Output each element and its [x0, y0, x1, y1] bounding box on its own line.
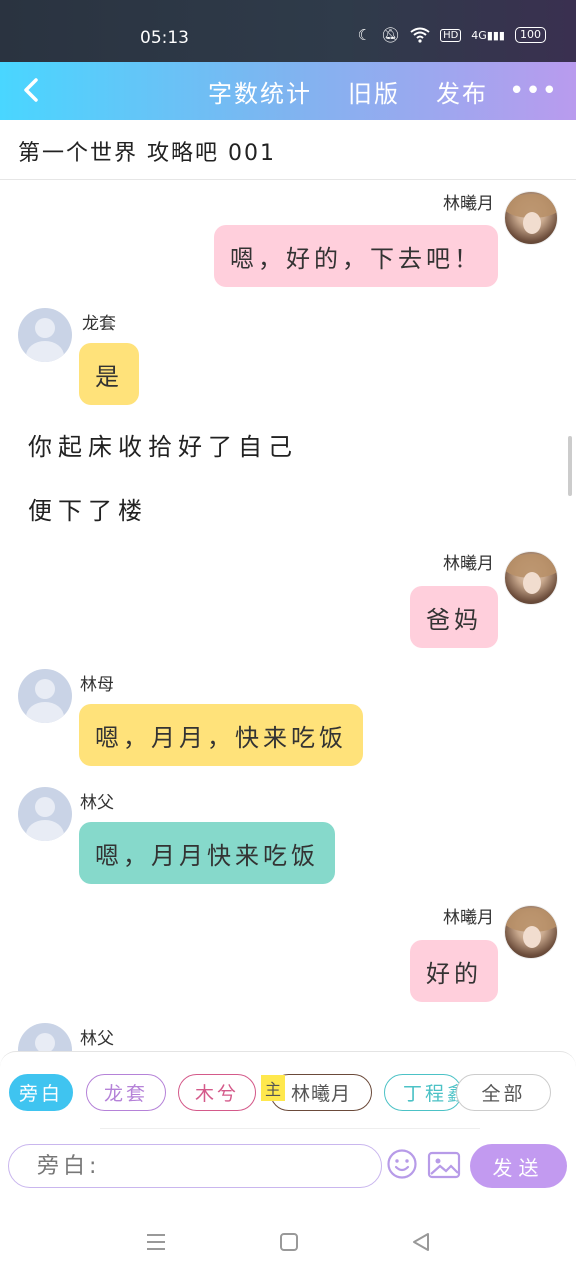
old-version-link[interactable]: 旧版 [348, 74, 400, 109]
avatar[interactable] [18, 1023, 72, 1051]
image-icon[interactable] [427, 1150, 461, 1180]
emoji-icon[interactable] [386, 1148, 418, 1180]
network-label: 4G [471, 28, 487, 42]
battery-icon: 100 [515, 27, 546, 43]
narration-text[interactable]: 你起床收拾好了自己 [28, 427, 298, 462]
more-menu-icon[interactable]: ••• [509, 76, 558, 106]
nav-links: 字数统计 旧版 发布 [208, 74, 488, 109]
message-input[interactable] [8, 1144, 382, 1188]
back-arrow-icon[interactable] [18, 72, 48, 108]
message-bubble[interactable]: 爸妈 [410, 586, 498, 648]
role-chip[interactable]: 林曦月 [270, 1074, 372, 1111]
status-bar: 05:13 ☾ 🔕︎ HD 4G▮▮▮ 100 [0, 0, 576, 62]
send-button[interactable]: 发送 [470, 1144, 567, 1188]
moon-icon: ☾ [357, 26, 372, 44]
hd-icon: HD [440, 28, 462, 42]
sender-name: 林父 [80, 793, 114, 813]
back-icon[interactable] [410, 1231, 432, 1253]
wifi-icon [410, 27, 430, 43]
message-bubble[interactable]: 是 [79, 343, 139, 405]
role-chip[interactable]: 丁程鑫 [384, 1074, 462, 1111]
system-nav-bar [0, 1191, 576, 1280]
top-nav-bar: 字数统计 旧版 发布 ••• [0, 62, 576, 120]
divider [100, 1128, 480, 1129]
sender-name: 林曦月 [443, 194, 494, 214]
home-icon[interactable] [278, 1231, 300, 1253]
scrollbar[interactable] [568, 436, 572, 496]
story-title-row: 第一个世界 攻略吧 001 [0, 120, 576, 180]
story-title[interactable]: 第一个世界 攻略吧 001 [18, 135, 276, 167]
message-bubble[interactable]: 好的 [410, 940, 498, 1002]
avatar[interactable] [18, 669, 72, 723]
input-row: 发送 [0, 1144, 576, 1192]
avatar[interactable] [18, 308, 72, 362]
avatar[interactable] [18, 787, 72, 841]
message-bubble[interactable]: 嗯，月月，快来吃饭 [79, 704, 363, 766]
publish-link[interactable]: 发布 [436, 74, 488, 109]
battery-level: 100 [520, 28, 541, 41]
message-bubble[interactable]: 嗯，月月快来吃饭 [79, 822, 335, 884]
main-role-tag: 主 [261, 1075, 285, 1101]
sender-name: 林曦月 [443, 908, 494, 928]
sender-name: 林母 [80, 675, 114, 695]
word-count-link[interactable]: 字数统计 [208, 74, 312, 109]
role-chip-narrator[interactable]: 旁白 [9, 1074, 73, 1111]
input-panel: 旁白 龙套 木兮 林曦月 丁程鑫 全部 发送 [0, 1051, 576, 1191]
status-icons: ☾ 🔕︎ HD 4G▮▮▮ 100 [358, 26, 546, 44]
avatar[interactable] [504, 905, 558, 959]
role-chip[interactable]: 龙套 [86, 1074, 166, 1111]
avatar[interactable] [504, 551, 558, 605]
signal-icon: 4G▮▮▮ [471, 28, 505, 42]
role-chip[interactable]: 木兮 [178, 1074, 256, 1111]
message-bubble[interactable]: 嗯，好的，下去吧！ [214, 225, 498, 287]
role-selector: 旁白 龙套 木兮 林曦月 丁程鑫 全部 [0, 1074, 576, 1114]
sender-name: 龙套 [82, 314, 116, 334]
menu-icon[interactable] [145, 1231, 167, 1253]
status-time: 05:13 [140, 28, 189, 48]
role-chip-all[interactable]: 全部 [456, 1074, 551, 1111]
chat-area[interactable]: 林曦月 嗯，好的，下去吧！ 龙套 是 你起床收拾好了自己 便下了楼 林曦月 爸妈… [0, 181, 576, 1051]
narration-text[interactable]: 便下了楼 [28, 491, 148, 526]
mute-icon: 🔕︎ [381, 26, 401, 44]
avatar[interactable] [504, 191, 558, 245]
sender-name: 林曦月 [443, 554, 494, 574]
sender-name: 林父 [80, 1029, 114, 1049]
